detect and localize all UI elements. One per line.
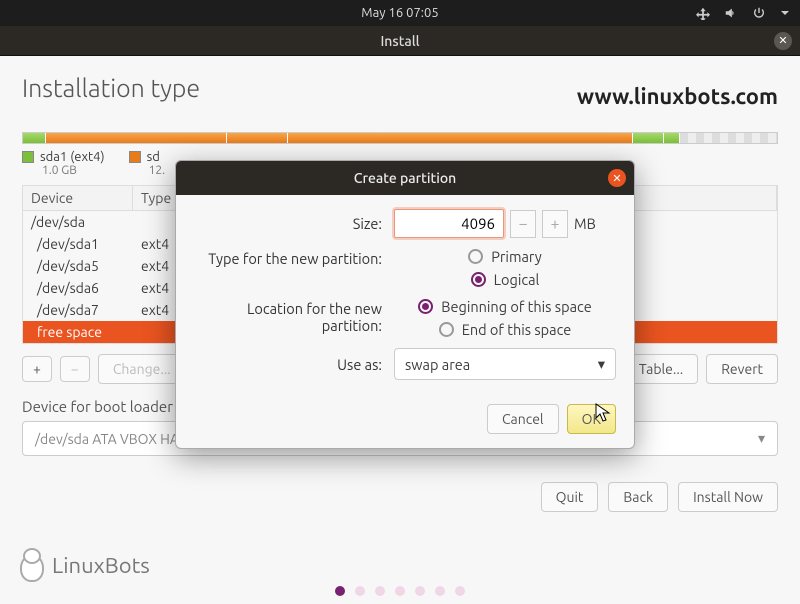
size-decrement[interactable]: − [510,210,536,238]
chevron-down-icon: ▾ [598,355,605,373]
system-topbar: May 16 07:05 [0,0,800,26]
dot [355,586,365,596]
dot [435,586,445,596]
size-unit: MB [574,215,596,232]
chevron-down-icon[interactable] [780,8,790,18]
back-button[interactable]: Back [608,482,668,512]
disk-usage-bar [22,132,778,144]
radio-beginning[interactable]: Beginning of this space [418,298,591,315]
window-title: Install [380,33,419,49]
network-icon[interactable] [696,6,710,20]
remove-partition-button[interactable]: − [60,356,90,382]
size-input[interactable] [394,209,504,238]
use-as-select[interactable]: swap area ▾ [394,348,616,380]
window-close-button[interactable]: ✕ [774,32,792,50]
progress-dots [335,586,465,596]
radio-logical[interactable]: Logical [471,271,540,288]
legend-name-1: sd [147,150,160,164]
legend-name-0: sda1 (ext4) [40,150,105,164]
add-partition-button[interactable]: + [22,356,52,382]
partition-type-label: Type for the new partition: [194,248,394,267]
dialog-titlebar: Create partition ✕ [176,161,634,195]
watermark: www.linuxbots.com [577,84,778,109]
partition-location-label: Location for the new partition: [194,298,394,334]
dot [375,586,385,596]
size-label: Size: [194,215,394,232]
chevron-down-icon: ▾ [758,430,765,447]
system-tray [696,6,790,20]
dot [415,586,425,596]
use-as-label: Use as: [194,356,394,373]
change-partition-button[interactable]: Change... [98,354,186,384]
dot [395,586,405,596]
dialog-close-button[interactable]: ✕ [608,169,626,187]
ok-button[interactable]: OK [567,404,616,434]
window-titlebar: Install ✕ [0,26,800,56]
radio-primary[interactable]: Primary [468,248,541,265]
dialog-title: Create partition [354,170,456,186]
dot [455,586,465,596]
legend-size-1: 12. [149,164,166,177]
col-device[interactable]: Device [23,186,133,210]
volume-icon[interactable] [724,6,738,20]
install-now-button[interactable]: Install Now [678,482,778,512]
radio-end[interactable]: End of this space [439,321,572,338]
size-increment[interactable]: + [542,210,568,238]
brand-logo: LinuxBots [18,548,150,582]
clock: May 16 07:05 [361,6,438,20]
penguin-icon [18,548,46,582]
revert-button[interactable]: Revert [706,354,778,384]
power-icon[interactable] [752,6,766,20]
wizard-buttons: Quit Back Install Now [22,482,778,512]
create-partition-dialog: Create partition ✕ Size: − + MB Type for… [175,160,635,449]
quit-button[interactable]: Quit [541,482,599,512]
legend-size-0: 1.0 GB [42,164,105,177]
dot [335,586,345,596]
cancel-button[interactable]: Cancel [487,404,559,434]
